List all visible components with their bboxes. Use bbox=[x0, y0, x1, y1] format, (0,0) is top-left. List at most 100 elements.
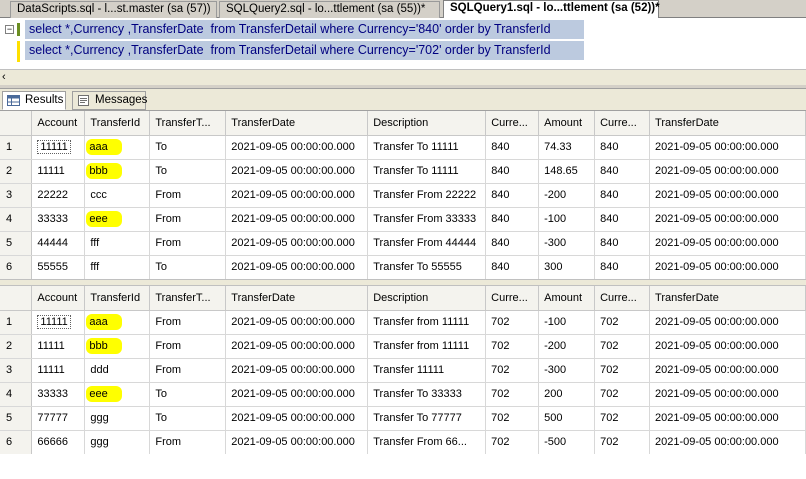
table-cell[interactable]: 2021-09-05 00:00:00.000 bbox=[225, 135, 369, 160]
table-cell[interactable]: 840 bbox=[485, 255, 540, 280]
table-cell[interactable]: Transfer To 55555 bbox=[367, 255, 487, 280]
table-cell[interactable]: 2021-09-05 00:00:00.000 bbox=[649, 334, 806, 359]
table-cell[interactable]: From bbox=[149, 334, 227, 359]
column-header[interactable]: Account bbox=[31, 286, 86, 311]
column-header[interactable]: Amount bbox=[538, 286, 596, 311]
table-cell[interactable]: 500 bbox=[538, 406, 596, 431]
table-cell[interactable]: 2021-09-05 00:00:00.000 bbox=[225, 310, 369, 335]
table-row[interactable]: 1 11111 aaa To 2021-09-05 00:00:00.000 Transf… bbox=[0, 135, 806, 160]
table-cell[interactable]: 33333 bbox=[31, 207, 86, 232]
table-cell[interactable]: 840 bbox=[485, 183, 540, 208]
column-header[interactable]: Amount bbox=[538, 111, 596, 136]
table-cell[interactable]: Transfer From 44444 bbox=[367, 231, 487, 256]
table-cell[interactable]: 55555 bbox=[31, 255, 86, 280]
table-cell[interactable]: fff bbox=[84, 231, 151, 256]
table-cell[interactable]: 2021-09-05 00:00:00.000 bbox=[649, 159, 806, 184]
table-cell[interactable]: Transfer To 11111 bbox=[367, 159, 487, 184]
column-header[interactable]: Curre... bbox=[485, 111, 540, 136]
table-cell[interactable]: 200 bbox=[538, 382, 596, 407]
table-cell[interactable]: 2021-09-05 00:00:00.000 bbox=[649, 406, 806, 431]
table-cell[interactable]: 2021-09-05 00:00:00.000 bbox=[225, 358, 369, 383]
table-cell[interactable]: 33333 bbox=[31, 382, 86, 407]
results-grid-1[interactable]: Account TransferId TransferT... Transfer… bbox=[0, 111, 806, 280]
scroll-left-icon[interactable]: ‹ bbox=[2, 71, 6, 83]
column-header[interactable]: TransferT... bbox=[149, 111, 227, 136]
query-editor[interactable]: − select *,Currency ,TransferDate from T… bbox=[0, 18, 806, 69]
row-number[interactable]: 1 bbox=[0, 310, 33, 335]
table-cell[interactable]: Transfer From 22222 bbox=[367, 183, 487, 208]
table-cell[interactable]: 22222 bbox=[31, 183, 86, 208]
row-number[interactable]: 4 bbox=[0, 207, 33, 232]
table-cell[interactable]: eee bbox=[84, 382, 151, 407]
table-cell[interactable]: ggg bbox=[84, 430, 151, 455]
row-number-header[interactable] bbox=[0, 286, 33, 311]
table-cell[interactable]: 702 bbox=[485, 382, 540, 407]
table-cell[interactable]: 2021-09-05 00:00:00.000 bbox=[225, 255, 369, 280]
table-cell[interactable]: 148.65 bbox=[538, 159, 596, 184]
table-cell[interactable]: 2021-09-05 00:00:00.000 bbox=[225, 183, 369, 208]
row-number[interactable]: 1 bbox=[0, 135, 33, 160]
column-header[interactable]: TransferDate bbox=[225, 111, 369, 136]
column-header[interactable]: TransferId bbox=[84, 286, 151, 311]
table-cell[interactable]: Transfer To 33333 bbox=[367, 382, 487, 407]
row-number[interactable]: 5 bbox=[0, 231, 33, 256]
table-cell[interactable]: bbb bbox=[84, 159, 151, 184]
table-cell[interactable]: 840 bbox=[594, 207, 651, 232]
table-cell[interactable]: From bbox=[149, 430, 227, 455]
table-cell[interactable]: 702 bbox=[485, 406, 540, 431]
column-header[interactable]: Description bbox=[367, 111, 487, 136]
table-row[interactable]: 5 77777 ggg To 2021-09-05 00:00:00.000 Transf… bbox=[0, 406, 806, 431]
column-header[interactable]: Curre... bbox=[485, 286, 540, 311]
row-number[interactable]: 2 bbox=[0, 159, 33, 184]
table-row[interactable]: 4 33333 eee To 2021-09-05 00:00:00.000 Transf… bbox=[0, 382, 806, 407]
table-cell[interactable]: From bbox=[149, 207, 227, 232]
table-cell[interactable]: 840 bbox=[485, 207, 540, 232]
table-cell[interactable]: 702 bbox=[485, 430, 540, 455]
table-row[interactable]: 2 11111 bbb To 2021-09-05 00:00:00.000 Transf… bbox=[0, 159, 806, 184]
table-cell[interactable]: 702 bbox=[594, 430, 651, 455]
column-header[interactable]: TransferDate bbox=[649, 111, 806, 136]
table-cell[interactable]: 840 bbox=[485, 159, 540, 184]
table-cell[interactable]: 66666 bbox=[31, 430, 86, 455]
table-row[interactable]: 4 33333 eee From 2021-09-05 00:00:00.000 Tran… bbox=[0, 207, 806, 232]
table-cell[interactable]: 2021-09-05 00:00:00.000 bbox=[649, 231, 806, 256]
table-row[interactable]: 2 11111 bbb From 2021-09-05 00:00:00.000 Tran… bbox=[0, 334, 806, 359]
grid-divider[interactable] bbox=[0, 279, 806, 286]
table-cell[interactable]: From bbox=[149, 183, 227, 208]
table-cell[interactable]: 2021-09-05 00:00:00.000 bbox=[225, 406, 369, 431]
table-cell[interactable]: 840 bbox=[485, 135, 540, 160]
column-header[interactable]: TransferDate bbox=[225, 286, 369, 311]
table-cell[interactable]: 11111 bbox=[31, 358, 86, 383]
row-number[interactable]: 2 bbox=[0, 334, 33, 359]
row-number[interactable]: 3 bbox=[0, 358, 33, 383]
table-cell[interactable]: To bbox=[149, 382, 227, 407]
collapse-icon[interactable]: − bbox=[5, 25, 14, 34]
table-row[interactable]: 3 11111 ddd From 2021-09-05 00:00:00.000 Tran… bbox=[0, 358, 806, 383]
table-cell[interactable]: Transfer from 11111 bbox=[367, 310, 487, 335]
table-row[interactable]: 5 44444 fff From 2021-09-05 00:00:00.000 Tran… bbox=[0, 231, 806, 256]
table-row[interactable]: 3 22222 ccc From 2021-09-05 00:00:00.000 Tran… bbox=[0, 183, 806, 208]
table-cell[interactable]: From bbox=[149, 231, 227, 256]
table-cell[interactable]: 11111 bbox=[31, 310, 86, 335]
table-cell[interactable]: -500 bbox=[538, 430, 596, 455]
table-cell[interactable]: 11111 bbox=[31, 159, 86, 184]
table-cell[interactable]: 702 bbox=[594, 382, 651, 407]
table-cell[interactable]: Transfer To 77777 bbox=[367, 406, 487, 431]
table-cell[interactable]: bbb bbox=[84, 334, 151, 359]
table-cell[interactable]: 840 bbox=[594, 231, 651, 256]
table-cell[interactable]: 2021-09-05 00:00:00.000 bbox=[649, 255, 806, 280]
row-number[interactable]: 5 bbox=[0, 406, 33, 431]
table-cell[interactable]: aaa bbox=[84, 310, 151, 335]
table-cell[interactable]: 2021-09-05 00:00:00.000 bbox=[649, 183, 806, 208]
table-cell[interactable]: 840 bbox=[594, 255, 651, 280]
tab-sqlquery2[interactable]: SQLQuery2.sql - lo...ttlement (sa (55))* bbox=[219, 1, 440, 18]
table-cell[interactable]: -100 bbox=[538, 310, 596, 335]
code-line-1[interactable]: select *,Currency ,TransferDate from Tra… bbox=[29, 20, 551, 39]
table-cell[interactable]: 702 bbox=[594, 406, 651, 431]
table-cell[interactable]: From bbox=[149, 310, 227, 335]
results-grid-2[interactable]: Account TransferId TransferT... Transfer… bbox=[0, 286, 806, 455]
table-row[interactable]: 6 55555 fff To 2021-09-05 00:00:00.000 Transf… bbox=[0, 255, 806, 280]
table-cell[interactable]: To bbox=[149, 406, 227, 431]
table-cell[interactable]: 2021-09-05 00:00:00.000 bbox=[225, 231, 369, 256]
table-cell[interactable]: Transfer From 33333 bbox=[367, 207, 487, 232]
